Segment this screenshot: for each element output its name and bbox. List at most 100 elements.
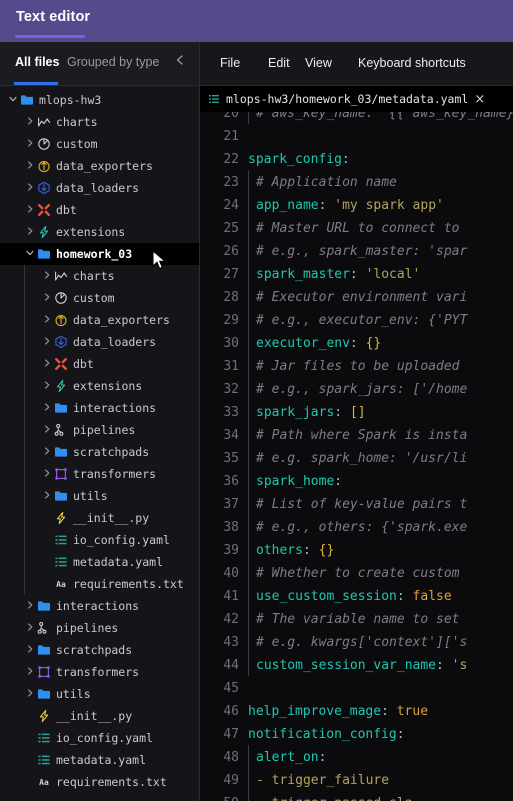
tree-item-extensions[interactable]: extensions xyxy=(0,375,199,397)
chevron-right-icon[interactable] xyxy=(41,446,53,459)
code-line[interactable]: 42 # The variable name to set xyxy=(200,607,513,631)
chevron-right-icon[interactable] xyxy=(41,292,53,305)
tree-item-scratchpads[interactable]: scratchpads xyxy=(0,639,199,661)
code-line[interactable]: 49 - trigger_failure xyxy=(200,768,513,792)
chevron-right-icon[interactable] xyxy=(24,688,36,701)
tree-item-io-config-yaml[interactable]: › io_config.yaml xyxy=(0,727,199,749)
chevron-right-icon[interactable] xyxy=(41,314,53,327)
code-line[interactable]: 34 # Path where Spark is insta xyxy=(200,423,513,447)
tree-item-requirements-txt[interactable]: ›Aa requirements.txt xyxy=(0,771,199,793)
close-icon[interactable]: × xyxy=(474,92,485,107)
chevron-right-icon[interactable] xyxy=(24,138,36,151)
code-text: spark_config: xyxy=(248,152,350,167)
code-line[interactable]: 46 help_improve_mage: true xyxy=(200,700,513,723)
chevron-right-icon[interactable] xyxy=(41,380,53,393)
code-line[interactable]: 21 xyxy=(200,125,513,148)
chevron-right-icon[interactable] xyxy=(24,226,36,239)
code-text: # e.g., executor_env: {'PYT xyxy=(248,308,467,332)
tree-item-mlops-hw3[interactable]: mlops-hw3 xyxy=(0,89,199,111)
code-line[interactable]: 24 app_name: 'my spark app' xyxy=(200,193,513,217)
code-line[interactable]: 50- trigger_passed_sla xyxy=(200,791,513,801)
chevron-right-icon[interactable] xyxy=(24,622,36,635)
tree-item-data-exporters[interactable]: data_exporters xyxy=(0,155,199,177)
tree-item-charts[interactable]: charts xyxy=(0,265,199,287)
code-line[interactable]: 33 spark_jars: [] xyxy=(200,400,513,424)
code-line[interactable]: 43 # e.g. kwargs['context']['s xyxy=(200,630,513,654)
code-line[interactable]: 31 # Jar files to be uploaded xyxy=(200,354,513,378)
tree-item--init-py[interactable]: › __init__.py xyxy=(0,507,199,529)
tree-item-data-loaders[interactable]: data_loaders xyxy=(0,331,199,353)
code-line[interactable]: 32 # e.g., spark_jars: ['/home xyxy=(200,377,513,401)
tree-item-interactions[interactable]: interactions xyxy=(0,397,199,419)
code-line[interactable]: 22 spark_config: xyxy=(200,148,513,171)
code-line[interactable]: 37 # List of key-value pairs t xyxy=(200,492,513,516)
code-line[interactable]: 45 xyxy=(200,677,513,700)
menu-edit[interactable]: Edit xyxy=(268,56,290,70)
code-line[interactable]: 30 executor_env: {} xyxy=(200,331,513,355)
tree-item-scratchpads[interactable]: scratchpads xyxy=(0,441,199,463)
code-line[interactable]: 39 others: {} xyxy=(200,538,513,562)
tree-item-io-config-yaml[interactable]: › io_config.yaml xyxy=(0,529,199,551)
chevron-right-icon[interactable] xyxy=(24,116,36,129)
chevron-down-icon[interactable] xyxy=(7,94,19,107)
code-line[interactable]: 25 # Master URL to connect to xyxy=(200,216,513,240)
code-line[interactable]: 47 notification_config: xyxy=(200,723,513,746)
code-line[interactable]: 48 alert_on: xyxy=(200,745,513,769)
chevron-down-icon[interactable] xyxy=(24,248,36,261)
chevron-right-icon[interactable] xyxy=(41,490,53,503)
tree-item-requirements-txt[interactable]: ›Aa requirements.txt xyxy=(0,573,199,595)
tab-grouped-by-type[interactable]: Grouped by type xyxy=(67,55,159,69)
code-line[interactable]: 41 use_custom_session: false xyxy=(200,584,513,608)
code-line[interactable]: 38 # e.g., others: {'spark.exe xyxy=(200,515,513,539)
menu-keyboard-shortcuts[interactable]: Keyboard shortcuts xyxy=(358,56,466,70)
chevron-right-icon[interactable] xyxy=(41,424,53,437)
tree-item-transformers[interactable]: transformers xyxy=(0,661,199,683)
tree-item-custom[interactable]: custom xyxy=(0,287,199,309)
chevron-right-icon[interactable] xyxy=(24,204,36,217)
menu-view[interactable]: View xyxy=(305,56,332,70)
code-line[interactable]: 36 spark_home: xyxy=(200,469,513,493)
code-line[interactable]: 29 # e.g., executor_env: {'PYT xyxy=(200,308,513,332)
menu-file[interactable]: File xyxy=(220,56,240,70)
tree-item-data-loaders[interactable]: data_loaders xyxy=(0,177,199,199)
code-line[interactable]: 40 # Whether to create custom xyxy=(200,561,513,585)
code-line[interactable]: 23 # Application name xyxy=(200,170,513,194)
tree-item--init-py[interactable]: › __init__.py xyxy=(0,705,199,727)
tree-item-transformers[interactable]: transformers xyxy=(0,463,199,485)
tree-item-metadata-yaml[interactable]: › metadata.yaml xyxy=(0,551,199,573)
code-line[interactable]: 26 # e.g., spark_master: 'spar xyxy=(200,239,513,263)
tree-item-pipelines[interactable]: pipelines xyxy=(0,419,199,441)
code-line[interactable]: 28 # Executor environment vari xyxy=(200,285,513,309)
tree-item-dbt[interactable]: dbt xyxy=(0,199,199,221)
code-line[interactable]: 27 spark_master: 'local' xyxy=(200,262,513,286)
tree-item-data-exporters[interactable]: data_exporters xyxy=(0,309,199,331)
chevron-right-icon[interactable] xyxy=(41,468,53,481)
code-line[interactable]: 44 custom_session_var_name: 's xyxy=(200,653,513,677)
chevron-right-icon[interactable] xyxy=(24,160,36,173)
chevron-right-icon[interactable] xyxy=(24,666,36,679)
tree-item-extensions[interactable]: extensions xyxy=(0,221,199,243)
tab-all-files[interactable]: All files xyxy=(15,55,59,69)
chevron-right-icon[interactable] xyxy=(41,270,53,283)
chevron-left-icon[interactable] xyxy=(173,53,187,71)
chevron-right-icon[interactable] xyxy=(24,644,36,657)
chevron-right-icon[interactable] xyxy=(41,358,53,371)
tree-item-metadata-yaml[interactable]: › metadata.yaml xyxy=(0,749,199,771)
code-editor[interactable]: 20 # aws_key_name: '{{ aws_key_name}}' 21 2… xyxy=(200,112,513,801)
tree-item-charts[interactable]: charts xyxy=(0,111,199,133)
tree-item-utils[interactable]: utils xyxy=(0,683,199,705)
tree-item-dbt[interactable]: dbt xyxy=(0,353,199,375)
tree-item-interactions[interactable]: interactions xyxy=(0,595,199,617)
code-line[interactable]: 35 # e.g. spark_home: '/usr/li xyxy=(200,446,513,470)
tree-item-utils[interactable]: utils xyxy=(0,485,199,507)
tree-item-custom[interactable]: custom xyxy=(0,133,199,155)
tree-item-homework-03[interactable]: homework_03 xyxy=(0,243,199,265)
editor-file-tab[interactable]: mlops-hw3/homework_03/metadata.yaml × xyxy=(200,86,513,112)
tree-item-pipelines[interactable]: pipelines xyxy=(0,617,199,639)
chevron-right-icon[interactable] xyxy=(41,402,53,415)
chevron-right-icon[interactable] xyxy=(24,600,36,613)
chevron-right-icon[interactable] xyxy=(24,182,36,195)
chevron-right-icon[interactable] xyxy=(41,336,53,349)
code-line[interactable]: 20 # aws_key_name: '{{ aws_key_name}}' xyxy=(200,112,513,125)
tree-item-label: io_config.yaml xyxy=(56,731,153,745)
